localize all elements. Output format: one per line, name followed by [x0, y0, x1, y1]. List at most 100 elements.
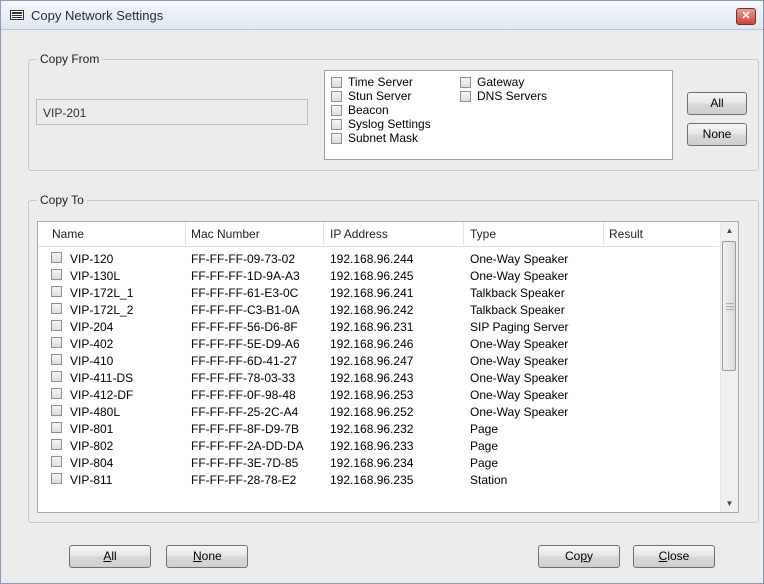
table-row[interactable]: VIP-130L FF-FF-FF-1D-9A-A3 192.168.96.245 O… — [38, 267, 719, 284]
column-mac-number[interactable]: Mac Number — [191, 227, 260, 241]
row-checkbox[interactable] — [51, 286, 62, 297]
device-type: One-Way Speaker — [470, 405, 569, 419]
scroll-down-arrow-icon[interactable]: ▼ — [721, 495, 738, 512]
row-checkbox[interactable] — [51, 337, 62, 348]
device-name: VIP-130L — [70, 269, 121, 283]
device-name: VIP-811 — [70, 473, 113, 487]
device-mac: FF-FF-FF-28-78-E2 — [191, 473, 297, 487]
device-ip: 192.168.96.235 — [330, 473, 414, 487]
target-device-list[interactable]: Name Mac Number IP Address Type Result V… — [37, 221, 739, 513]
title-bar: Copy Network Settings ✕ — [1, 1, 763, 30]
option-label: Stun Server — [348, 89, 412, 103]
copy-to-label: Copy To — [37, 193, 87, 207]
option-syslog-settings[interactable]: Syslog Settings — [331, 118, 431, 131]
table-row[interactable]: VIP-172L_1 FF-FF-FF-61-E3-0C 192.168.96.24… — [38, 284, 719, 301]
vertical-scrollbar[interactable]: ▲ — — — ▼ — [720, 222, 738, 512]
option-subnet-mask[interactable]: Subnet Mask — [331, 132, 418, 145]
option-stun-server[interactable]: Stun Server — [331, 90, 411, 103]
device-name: VIP-204 — [70, 320, 114, 334]
device-type: Talkback Speaker — [470, 286, 565, 300]
select-none-settings-button[interactable]: None — [687, 123, 747, 146]
column-divider[interactable] — [463, 222, 464, 245]
checkbox[interactable] — [460, 77, 471, 88]
device-mac: FF-FF-FF-8F-D9-7B — [191, 422, 299, 436]
button-label: ll — [111, 549, 117, 563]
device-name: VIP-172L_2 — [70, 303, 134, 317]
column-ip-address[interactable]: IP Address — [330, 227, 388, 241]
device-type: One-Way Speaker — [470, 269, 569, 283]
option-label: DNS Servers — [477, 89, 548, 103]
row-checkbox[interactable] — [51, 320, 62, 331]
option-gateway[interactable]: Gateway — [460, 76, 524, 89]
column-name[interactable]: Name — [52, 227, 84, 241]
column-divider[interactable] — [603, 222, 604, 245]
table-row[interactable]: VIP-802 FF-FF-FF-2A-DD-DA 192.168.96.233 Pa… — [38, 437, 719, 454]
checkbox[interactable] — [331, 91, 342, 102]
table-row[interactable]: VIP-411-DS FF-FF-FF-78-03-33 192.168.96.24… — [38, 369, 719, 386]
table-row[interactable]: VIP-804 FF-FF-FF-3E-7D-85 192.168.96.234 Pa… — [38, 454, 719, 471]
device-mac: FF-FF-FF-2A-DD-DA — [191, 439, 304, 453]
row-checkbox[interactable] — [51, 303, 62, 314]
device-mac: FF-FF-FF-6D-41-27 — [191, 354, 297, 368]
option-label: Syslog Settings — [348, 117, 431, 131]
table-row[interactable]: VIP-410 FF-FF-FF-6D-41-27 192.168.96.247 On… — [38, 352, 719, 369]
column-divider[interactable] — [323, 222, 324, 245]
checkbox[interactable] — [331, 105, 342, 116]
option-dns-servers[interactable]: DNS Servers — [460, 90, 547, 103]
device-name: VIP-410 — [70, 354, 114, 368]
table-row[interactable]: VIP-480L FF-FF-FF-25-2C-A4 192.168.96.252 O… — [38, 403, 719, 420]
column-result[interactable]: Result — [609, 227, 643, 241]
close-window-button[interactable]: ✕ — [736, 8, 756, 25]
accelerator-key: N — [193, 549, 202, 563]
device-ip: 192.168.96.246 — [330, 337, 414, 351]
close-button[interactable]: Close — [633, 545, 715, 568]
row-checkbox[interactable] — [51, 473, 62, 484]
row-checkbox[interactable] — [51, 388, 62, 399]
table-row[interactable]: VIP-412-DF FF-FF-FF-0F-98-48 192.168.96.25… — [38, 386, 719, 403]
device-type: One-Way Speaker — [470, 371, 569, 385]
row-checkbox[interactable] — [51, 252, 62, 263]
column-type[interactable]: Type — [470, 227, 496, 241]
column-divider[interactable] — [185, 222, 186, 245]
copy-from-label: Copy From — [37, 52, 103, 66]
row-checkbox[interactable] — [51, 456, 62, 467]
device-mac: FF-FF-FF-C3-B1-0A — [191, 303, 300, 317]
table-row[interactable]: VIP-172L_2 FF-FF-FF-C3-B1-0A 192.168.96.24… — [38, 301, 719, 318]
row-checkbox[interactable] — [51, 269, 62, 280]
scroll-up-arrow-icon[interactable]: ▲ — [721, 222, 738, 239]
option-label: Time Server — [348, 75, 413, 89]
table-row[interactable]: VIP-204 FF-FF-FF-56-D6-8F 192.168.96.231 SI… — [38, 318, 719, 335]
checkbox[interactable] — [331, 133, 342, 144]
option-time-server[interactable]: Time Server — [331, 76, 413, 89]
device-name: VIP-804 — [70, 456, 114, 470]
device-type: One-Way Speaker — [470, 337, 569, 351]
row-checkbox[interactable] — [51, 405, 62, 416]
row-checkbox[interactable] — [51, 354, 62, 365]
button-label: lose — [667, 549, 690, 563]
select-none-devices-button[interactable]: None — [166, 545, 248, 568]
device-name: VIP-412-DF — [70, 388, 134, 402]
window-title: Copy Network Settings — [31, 8, 164, 23]
table-row[interactable]: VIP-402 FF-FF-FF-5E-D9-A6 192.168.96.246 On… — [38, 335, 719, 352]
select-all-devices-button[interactable]: All — [69, 545, 151, 568]
device-mac: FF-FF-FF-3E-7D-85 — [191, 456, 299, 470]
scrollbar-thumb[interactable]: — — — — [722, 241, 736, 371]
checkbox[interactable] — [331, 77, 342, 88]
table-row[interactable]: VIP-120 FF-FF-FF-09-73-02 192.168.96.244 On… — [38, 250, 719, 267]
device-mac: FF-FF-FF-78-03-33 — [191, 371, 296, 385]
device-type: Page — [470, 439, 499, 453]
checkbox[interactable] — [331, 119, 342, 130]
accelerator-key: p — [580, 549, 588, 563]
copy-button[interactable]: Copy — [538, 545, 620, 568]
table-row[interactable]: VIP-811 FF-FF-FF-28-78-E2 192.168.96.235 St… — [38, 471, 719, 488]
table-row[interactable]: VIP-801 FF-FF-FF-8F-D9-7B 192.168.96.232 Pa… — [38, 420, 719, 437]
checkbox[interactable] — [460, 91, 471, 102]
device-mac: FF-FF-FF-09-73-02 — [191, 252, 296, 266]
row-checkbox[interactable] — [51, 371, 62, 382]
row-checkbox[interactable] — [51, 439, 62, 450]
select-all-settings-button[interactable]: All — [687, 92, 747, 115]
row-checkbox[interactable] — [51, 422, 62, 433]
device-name: VIP-402 — [70, 337, 114, 351]
option-beacon[interactable]: Beacon — [331, 104, 389, 117]
option-label: Beacon — [348, 103, 389, 117]
